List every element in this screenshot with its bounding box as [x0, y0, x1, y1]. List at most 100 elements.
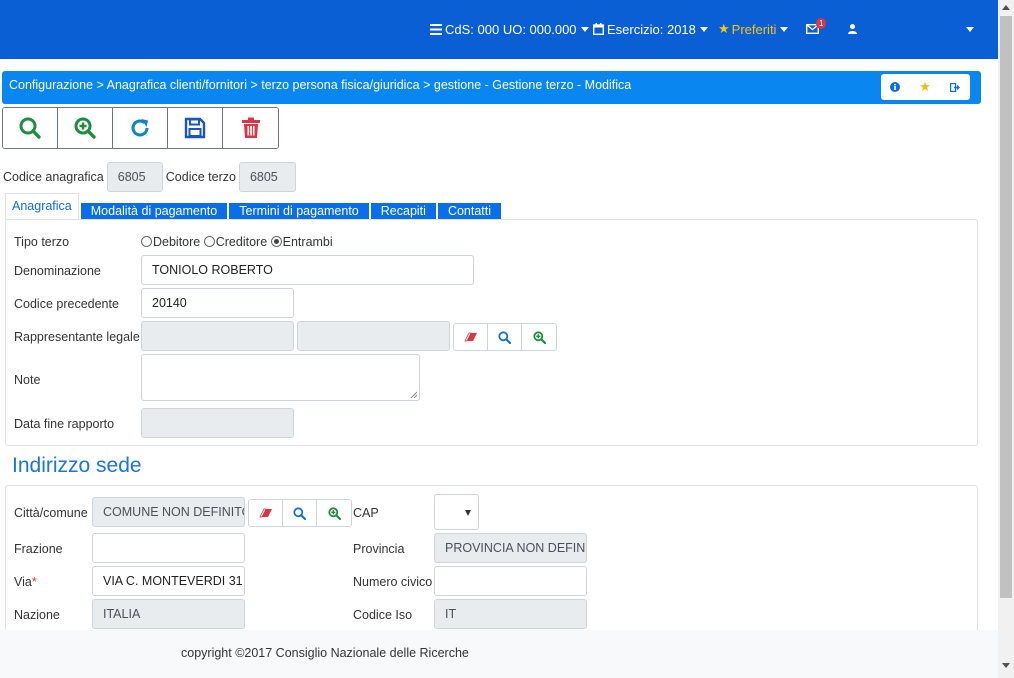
rappresentante-code-field — [141, 321, 294, 351]
rappresentante-name-field — [297, 321, 450, 351]
cds-label: CdS: 000 UO: 000.000 — [445, 21, 577, 37]
citta-actions — [248, 499, 352, 527]
denominazione-input[interactable]: TONIOLO ROBERTO — [141, 255, 474, 285]
citta-comune-field: COMUNE NON DEFINITO — [92, 497, 245, 527]
star-icon: ★ — [718, 21, 730, 36]
chevron-down-icon — [699, 26, 708, 32]
codice-precedente-input[interactable]: 20140 — [141, 288, 294, 318]
preferiti-menu[interactable]: ★ Preferiti — [718, 20, 789, 38]
cds-menu[interactable]: CdS: 000 UO: 000.000 — [430, 20, 589, 38]
denominazione-label: Denominazione — [14, 264, 101, 278]
save-icon — [184, 117, 206, 139]
tab-contatti[interactable]: Contatti — [437, 203, 502, 220]
cap-select[interactable] — [434, 494, 479, 530]
more-menu[interactable] — [962, 20, 974, 38]
trash-icon — [241, 117, 260, 138]
clear-rappresentante-button[interactable] — [454, 324, 488, 350]
via-label-text: Via — [14, 575, 32, 589]
zoom-in-icon — [327, 506, 341, 520]
refresh-button[interactable] — [113, 108, 168, 148]
via-label: Via* — [14, 575, 37, 589]
radio-entrambi[interactable]: Entrambi — [270, 235, 333, 249]
cap-label: CAP — [353, 506, 379, 520]
radio-circle-checked — [270, 236, 282, 247]
menu-icon — [430, 23, 442, 35]
radio-creditore[interactable]: Creditore — [203, 235, 268, 249]
required-asterisk: * — [31, 575, 37, 589]
clear-citta-button[interactable] — [249, 500, 283, 526]
preferiti-label: Preferiti — [731, 21, 777, 37]
chevron-down-icon — [465, 510, 471, 516]
tab-recapiti[interactable]: Recapiti — [370, 203, 436, 220]
search-icon — [498, 330, 511, 344]
section-title-indirizzo-sede: Indirizzo sede — [12, 454, 142, 477]
add-citta-button[interactable] — [317, 500, 351, 526]
frazione-input[interactable] — [92, 533, 245, 563]
user-icon — [848, 24, 857, 34]
tab-anagrafica[interactable]: Anagrafica — [5, 193, 79, 220]
rappresentante-legale-label: Rappresentante legale — [14, 330, 140, 344]
via-input[interactable]: VIA C. MONTEVERDI 31 — [92, 566, 245, 596]
scrollbar-thumb[interactable] — [1000, 16, 1012, 598]
notification-badge: 1 — [816, 18, 827, 29]
provincia-label: Provincia — [353, 542, 405, 556]
top-navbar: CdS: 000 UO: 000.000 Esercizio: 2018 ★ P… — [0, 0, 998, 59]
scroll-up-icon[interactable] — [1002, 5, 1010, 10]
radio-debitore[interactable]: Debitore — [141, 235, 200, 249]
chevron-down-icon — [780, 26, 789, 32]
radio-entrambi-label: Entrambi — [282, 235, 333, 249]
data-fine-rapporto-field — [141, 408, 294, 438]
data-fine-rapporto-label: Data fine rapporto — [14, 417, 115, 431]
codice-iso-field: IT — [434, 599, 587, 629]
tab-modalita-pagamento[interactable]: Modalità di pagamento — [80, 203, 228, 220]
radio-creditore-label: Creditore — [215, 235, 268, 249]
chevron-down-icon — [966, 26, 974, 32]
new-search-button[interactable] — [58, 108, 113, 148]
user-menu[interactable] — [848, 20, 857, 38]
citta-comune-label: Città/comune — [14, 506, 88, 520]
zoom-in-icon — [532, 330, 546, 344]
rappresentante-actions — [453, 323, 557, 351]
tipo-terzo-radio-group: Debitore Creditore Entrambi — [141, 235, 333, 249]
esercizio-label: Esercizio: 2018 — [607, 21, 696, 37]
breadcrumb-tools: ★ — [881, 74, 970, 100]
scroll-down-icon[interactable] — [1002, 663, 1010, 668]
codice-terzo-label: Codice terzo — [165, 170, 236, 184]
codice-precedente-label: Codice precedente — [14, 297, 119, 311]
zoom-in-icon — [74, 117, 96, 139]
search-button[interactable] — [3, 108, 58, 148]
sign-out-icon[interactable] — [949, 82, 961, 92]
delete-button[interactable] — [223, 108, 278, 148]
save-button[interactable] — [168, 108, 223, 148]
copyright-text: copyright ©2017 Consiglio Nazionale dell… — [181, 646, 469, 660]
scrollbar[interactable] — [998, 0, 1014, 678]
add-rappresentante-button[interactable] — [522, 324, 556, 350]
esercizio-menu[interactable]: Esercizio: 2018 — [593, 20, 708, 38]
search-icon — [293, 506, 306, 520]
refresh-icon — [131, 119, 149, 137]
chevron-down-icon — [580, 26, 589, 32]
eraser-icon — [463, 332, 477, 342]
resize-handle-icon[interactable] — [410, 391, 417, 398]
breadcrumb-text: Configurazione > Anagrafica clienti/forn… — [9, 78, 632, 92]
note-textarea[interactable] — [141, 354, 420, 401]
tab-bar: Anagrafica Modalità di pagamento Termini… — [5, 193, 503, 220]
search-icon — [19, 117, 41, 139]
action-toolbar — [2, 107, 279, 149]
codice-terzo-field: 6805 — [238, 162, 296, 192]
radio-circle — [203, 236, 215, 247]
numero-civico-label: Numero civico — [353, 575, 433, 589]
search-citta-button[interactable] — [283, 500, 317, 526]
tipo-terzo-label: Tipo terzo — [14, 235, 70, 249]
codice-anagrafica-label: Codice anagrafica — [3, 170, 104, 184]
numero-civico-input[interactable] — [434, 566, 587, 596]
tab-termini-pagamento[interactable]: Termini di pagamento — [229, 203, 369, 220]
info-icon[interactable] — [890, 82, 901, 92]
frazione-label: Frazione — [14, 542, 63, 556]
codes-row: Codice anagrafica 6805 Codice terzo 6805 — [3, 162, 296, 192]
search-rappresentante-button[interactable] — [488, 324, 522, 350]
nazione-label: Nazione — [14, 608, 60, 622]
favorite-star-icon[interactable]: ★ — [919, 79, 931, 95]
nazione-field: ITALIA — [92, 599, 245, 629]
radio-debitore-label: Debitore — [153, 235, 201, 249]
